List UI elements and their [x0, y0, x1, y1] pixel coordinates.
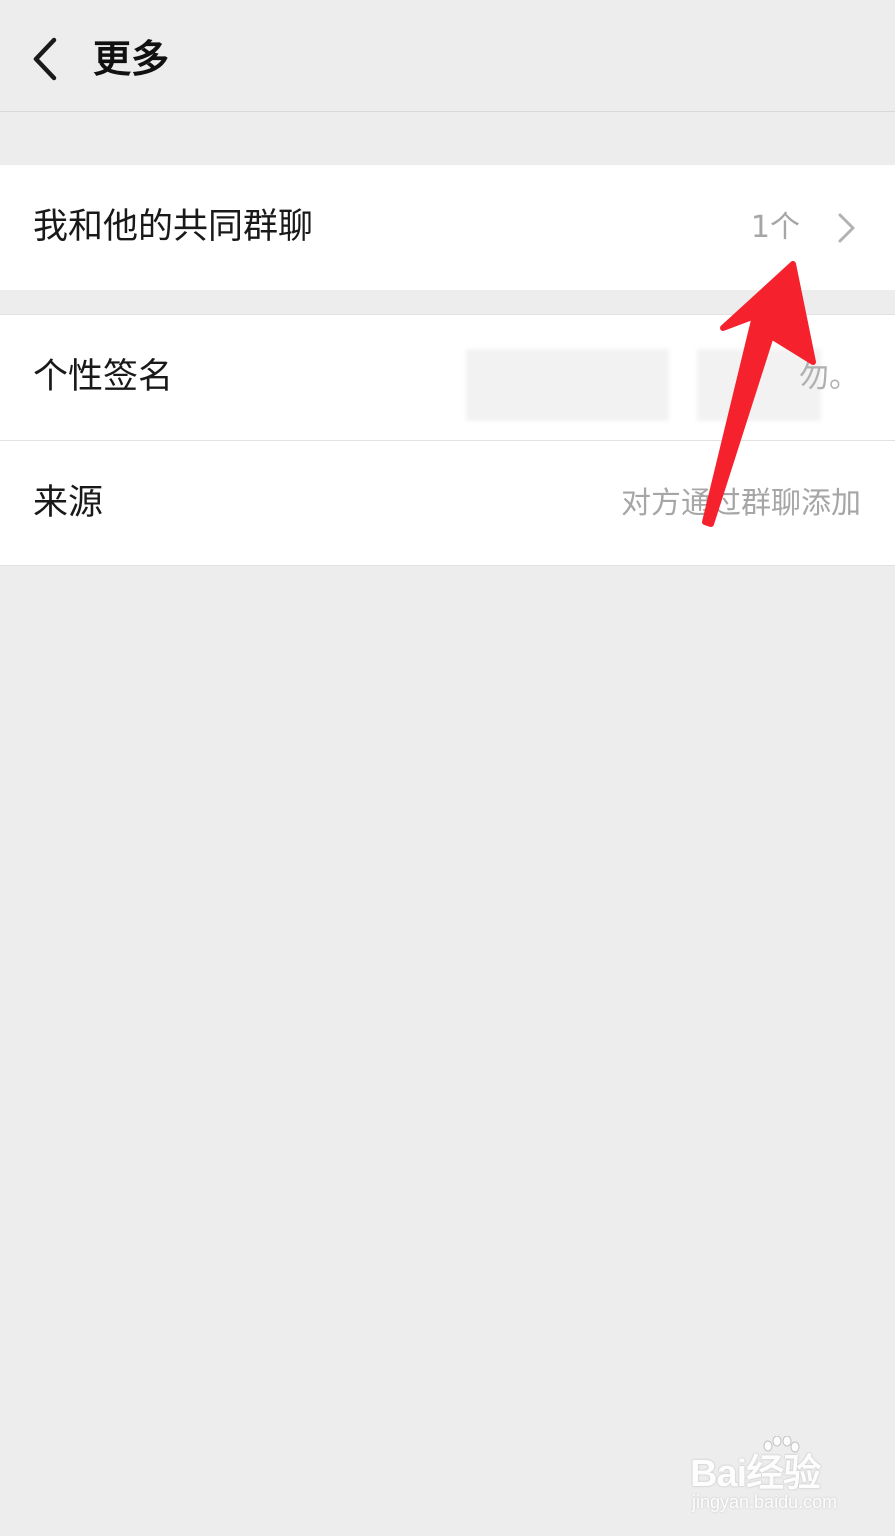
blurred-signature-part-1: [466, 349, 669, 421]
signature-value-tail: 勿。: [799, 360, 859, 395]
source-label: 来源: [33, 483, 104, 523]
common-groups-count: 1个: [750, 210, 800, 245]
nav-header: 更多: [0, 0, 895, 112]
back-button[interactable]: [22, 34, 72, 84]
source-row: 来源 对方通过群聊添加: [0, 440, 895, 565]
baidu-jingyan-watermark: Bai经验 jingyan.baidu.com: [680, 1436, 880, 1526]
common-groups-label: 我和他的共同群聊: [33, 207, 314, 247]
source-value: 对方通过群聊添加: [621, 486, 861, 521]
signature-row: 个性签名 勿。: [0, 315, 895, 440]
common-groups-row[interactable]: 我和他的共同群聊 1个: [0, 165, 895, 290]
profile-info-section: 个性签名 勿。 来源 对方通过群聊添加: [0, 314, 895, 566]
page-title: 更多: [93, 37, 170, 81]
chevron-left-icon: [33, 37, 57, 81]
watermark-url: jingyan.baidu.com: [692, 1492, 838, 1512]
chevron-right-icon: [838, 213, 855, 243]
common-groups-section: 我和他的共同群聊 1个: [0, 165, 895, 290]
signature-label: 个性签名: [33, 357, 174, 397]
watermark-brand: Bai经验: [690, 1453, 821, 1495]
